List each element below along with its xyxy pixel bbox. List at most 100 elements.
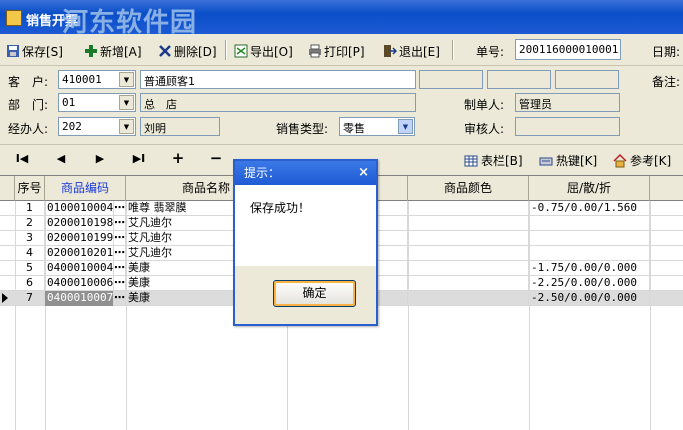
customer-name-field[interactable]: 普通顾客1: [140, 70, 416, 89]
customer-code-select[interactable]: 410001 ▼: [58, 70, 136, 89]
reference-label: 参考[K]: [630, 154, 672, 168]
cell-code[interactable]: 0400010007: [45, 291, 114, 306]
cell-code[interactable]: 0400010006: [45, 276, 114, 291]
ellipsis-button[interactable]: ⋯: [114, 276, 126, 291]
table-icon: [464, 154, 478, 168]
dialog-body: [235, 185, 376, 266]
creator-field: 管理员: [515, 93, 620, 112]
customer-extra-field-2: [487, 70, 551, 89]
ok-button[interactable]: 确定: [273, 280, 356, 307]
cell-ratio[interactable]: -2.25/0.00/0.000: [529, 276, 650, 291]
dialog-title-bar: 提示： ×: [235, 161, 376, 185]
delete-button[interactable]: 删除[D]: [158, 42, 217, 60]
cell-no[interactable]: 1: [15, 201, 45, 216]
first-record-button[interactable]: I◀: [12, 152, 32, 165]
col-header-extra: [650, 176, 683, 201]
printer-icon: [308, 44, 322, 58]
col-header-code[interactable]: 商品编码: [45, 176, 126, 201]
col-header-no[interactable]: 序号: [15, 176, 45, 201]
cell-color[interactable]: [408, 201, 529, 216]
cell-no[interactable]: 6: [15, 276, 45, 291]
chevron-down-icon[interactable]: ▼: [119, 95, 134, 110]
ellipsis-button[interactable]: ⋯: [114, 246, 126, 261]
header-form: 客 户: 410001 ▼ 普通顾客1 备注: 部 门: 01 ▼ 总 店 制单…: [0, 67, 683, 143]
sales-type-select[interactable]: 零售 ▼: [339, 117, 415, 136]
save-button[interactable]: 保存[S]: [6, 42, 63, 60]
app-icon: [6, 10, 22, 26]
handler-code-select[interactable]: 202 ▼: [58, 117, 136, 136]
dialog-title: 提示：: [244, 166, 281, 180]
remove-row-button[interactable]: −: [206, 149, 226, 167]
handler-code-value: 202: [62, 120, 82, 133]
dialog-message: 保存成功！: [250, 201, 311, 215]
close-icon[interactable]: ×: [358, 161, 369, 185]
cell-ratio[interactable]: [529, 216, 650, 231]
chevron-down-icon[interactable]: ▼: [119, 72, 134, 87]
cell-no[interactable]: 4: [15, 246, 45, 261]
next-record-button[interactable]: ▶: [90, 152, 110, 165]
exit-icon: [383, 44, 398, 58]
hotkeys-button[interactable]: 热键[K]: [539, 152, 597, 169]
keyboard-icon: [539, 154, 553, 168]
doc-no-field[interactable]: 200116000010001: [515, 39, 621, 60]
print-label: 打印[P]: [324, 44, 365, 59]
exit-button[interactable]: 退出[E]: [383, 42, 440, 60]
add-row-button[interactable]: +: [168, 149, 188, 167]
cell-code[interactable]: 0200010201: [45, 246, 114, 261]
col-header-color[interactable]: 商品颜色: [408, 176, 529, 201]
row-indicator-header: [0, 176, 15, 201]
handler-name-field: 刘明: [140, 117, 220, 136]
chevron-down-icon[interactable]: ▼: [119, 119, 134, 134]
customer-code-value: 410001: [62, 73, 102, 86]
dept-name-field: 总 店: [140, 93, 416, 112]
ellipsis-button[interactable]: ⋯: [114, 291, 126, 306]
export-icon: [234, 44, 248, 58]
customer-label: 客 户:: [8, 75, 49, 89]
reviewer-label: 审核人:: [464, 122, 505, 136]
hotkeys-label: 热键[K]: [556, 154, 598, 168]
dept-code-value: 01: [62, 96, 76, 109]
export-label: 导出[O]: [250, 44, 293, 59]
reference-button[interactable]: 参考[K]: [613, 152, 671, 169]
cell-no[interactable]: 5: [15, 261, 45, 276]
columns-button[interactable]: 表栏[B]: [464, 152, 523, 169]
columns-label: 表栏[B]: [481, 154, 523, 168]
cell-no[interactable]: 7: [15, 291, 45, 306]
cell-ratio[interactable]: [529, 231, 650, 246]
prev-record-button[interactable]: ◀: [51, 152, 71, 165]
add-button[interactable]: 新增[A]: [84, 42, 142, 60]
ellipsis-button[interactable]: ⋯: [114, 261, 126, 276]
cell-ratio[interactable]: -2.50/0.00/0.000: [529, 291, 650, 306]
cell-code[interactable]: 0400010004: [45, 261, 114, 276]
cell-color[interactable]: [408, 231, 529, 246]
cell-no[interactable]: 2: [15, 216, 45, 231]
remark-label: 备注:: [652, 75, 681, 89]
toolbar-separator: [452, 40, 454, 60]
cell-no[interactable]: 3: [15, 231, 45, 246]
cell-color[interactable]: [408, 261, 529, 276]
save-icon: [6, 44, 20, 58]
last-record-button[interactable]: ▶I: [129, 152, 149, 165]
chevron-down-icon[interactable]: ▼: [398, 119, 413, 134]
cell-color[interactable]: [408, 276, 529, 291]
ellipsis-button[interactable]: ⋯: [114, 216, 126, 231]
cell-color[interactable]: [408, 216, 529, 231]
handler-label: 经办人:: [8, 122, 49, 136]
cell-ratio[interactable]: -1.75/0.00/0.000: [529, 261, 650, 276]
export-button[interactable]: 导出[O]: [234, 42, 293, 60]
cell-code[interactable]: 0200010198: [45, 216, 114, 231]
cell-color[interactable]: [408, 246, 529, 261]
col-header-ratio[interactable]: 屈/散/折: [529, 176, 650, 201]
ellipsis-button[interactable]: ⋯: [114, 201, 126, 216]
ellipsis-button[interactable]: ⋯: [114, 231, 126, 246]
print-button[interactable]: 打印[P]: [308, 42, 365, 60]
reviewer-field: [515, 117, 620, 136]
cell-ratio[interactable]: -0.75/0.00/1.560: [529, 201, 650, 216]
cell-color[interactable]: [408, 291, 529, 306]
doc-no-label: 单号:: [476, 45, 505, 59]
cell-ratio[interactable]: [529, 246, 650, 261]
cell-code[interactable]: 0200010199: [45, 231, 114, 246]
cell-code[interactable]: 0100010004: [45, 201, 114, 216]
dept-code-select[interactable]: 01 ▼: [58, 93, 136, 112]
save-label: 保存[S]: [22, 44, 63, 59]
